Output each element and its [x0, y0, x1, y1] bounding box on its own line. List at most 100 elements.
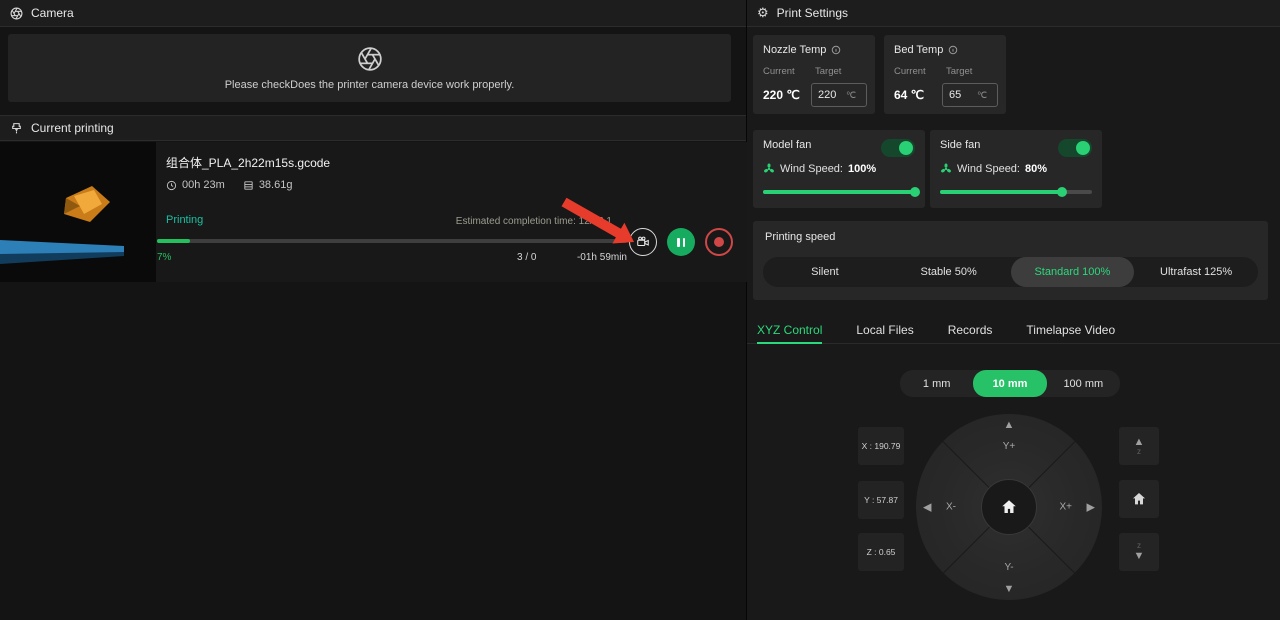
camera-section-title: Camera	[31, 6, 74, 20]
slider-fill	[763, 190, 915, 194]
model-preview-image	[0, 142, 156, 282]
arrow-right-icon[interactable]: ▶	[1087, 501, 1095, 514]
gear-icon: ⚙	[757, 5, 769, 21]
print-progress-bar	[157, 239, 627, 243]
bed-current-value: 64 ℃	[894, 88, 924, 102]
nozzle-temp-card: Nozzle Temp Current Target 220 ℃ ℃	[753, 35, 875, 114]
print-job-card: 组合体_PLA_2h22m15s.gcode 00h 23m 38.61g Pr…	[0, 142, 747, 282]
arrow-up-icon: ▲	[1134, 436, 1145, 448]
toggle-knob	[899, 141, 913, 155]
speed-option-ultrafast[interactable]: Ultrafast 125%	[1134, 257, 1258, 287]
progress-percent-label: 7%	[157, 252, 171, 263]
distance-10mm[interactable]: 10 mm	[973, 370, 1046, 397]
tab-bar: XYZ Control Local Files Records Timelaps…	[747, 317, 1280, 344]
nozzle-temp-title-row: Nozzle Temp	[763, 44, 841, 56]
distance-100mm[interactable]: 100 mm	[1047, 370, 1120, 397]
job-meta-row: 00h 23m 38.61g	[166, 179, 292, 191]
bed-target-unit: ℃	[977, 90, 987, 101]
side-fan-speed-row: Wind Speed: 80%	[940, 163, 1047, 175]
info-icon	[831, 45, 841, 55]
side-fan-speed-value: 80%	[1025, 163, 1047, 175]
nozzle-target-input[interactable]	[812, 89, 846, 101]
arrow-down-icon[interactable]: ▼	[1004, 583, 1015, 595]
z-down-button[interactable]: z ▼	[1119, 533, 1159, 571]
speed-option-stable[interactable]: Stable 50%	[887, 257, 1011, 287]
arrow-left-icon[interactable]: ◀	[923, 501, 931, 514]
distance-1mm[interactable]: 1 mm	[900, 370, 973, 397]
fan-icon	[763, 163, 775, 175]
home-icon	[1000, 498, 1018, 516]
timelapse-camera-icon	[636, 235, 650, 249]
side-fan-speed-label: Wind Speed:	[957, 163, 1020, 175]
bed-target-input-wrap: ℃	[942, 83, 998, 107]
model-fan-card: Model fan Wind Speed: 100%	[753, 130, 925, 208]
tab-local-files[interactable]: Local Files	[856, 317, 913, 344]
printing-speed-card: Printing speed Silent Stable 50% Standar…	[753, 221, 1268, 300]
model-fan-speed-value: 100%	[848, 163, 876, 175]
z-position-readout: Z : 0.65	[858, 533, 904, 571]
estimated-completion-text: Estimated completion time: 12/03 1	[330, 216, 612, 227]
slider-knob[interactable]	[910, 187, 920, 197]
current-printing-title: Current printing	[31, 121, 114, 135]
print-progress-fill	[157, 239, 190, 243]
jog-x-minus-button[interactable]: X-	[946, 502, 956, 513]
slider-fill	[940, 190, 1062, 194]
xy-jog-pad: ▲ Y+ ◀ X- X+ ▶ Y- ▼	[916, 414, 1102, 600]
tab-xyz-control[interactable]: XYZ Control	[757, 317, 822, 344]
pause-button[interactable]	[667, 228, 695, 256]
nozzle-current-value: 220 ℃	[763, 88, 800, 102]
z-home-button[interactable]	[1119, 480, 1159, 518]
bed-temp-title: Bed Temp	[894, 44, 943, 56]
filament-weight: 38.61g	[243, 179, 293, 191]
jog-y-plus-button[interactable]: Y+	[1003, 441, 1016, 452]
bed-temp-title-row: Bed Temp	[894, 44, 958, 56]
filament-weight-icon	[243, 180, 254, 191]
camera-section-header: Camera	[0, 0, 746, 27]
jog-x-plus-button[interactable]: X+	[1059, 502, 1072, 513]
tab-timelapse-video[interactable]: Timelapse Video	[1026, 317, 1115, 344]
tab-records[interactable]: Records	[948, 317, 993, 344]
aperture-icon	[357, 46, 383, 72]
bed-target-label: Target	[946, 66, 972, 77]
printing-speed-title: Printing speed	[765, 231, 835, 243]
model-fan-speed-row: Wind Speed: 100%	[763, 163, 876, 175]
layer-count-label: 3 / 0	[517, 252, 536, 263]
bed-temp-card: Bed Temp Current Target 64 ℃ ℃	[884, 35, 1006, 114]
z-axis-label: z	[1137, 448, 1141, 457]
camera-error-message: Please checkDoes the printer camera devi…	[225, 79, 515, 91]
left-panel: Camera Please checkDoes the printer came…	[0, 0, 747, 620]
model-fan-toggle[interactable]	[881, 139, 915, 157]
print-settings-header: ⚙ Print Settings	[747, 0, 1280, 27]
printing-speed-options: Silent Stable 50% Standard 100% Ultrafas…	[763, 257, 1258, 287]
speed-option-standard[interactable]: Standard 100%	[1011, 257, 1135, 287]
model-fan-slider[interactable]	[763, 190, 915, 194]
bed-current-label: Current	[894, 66, 926, 77]
xy-home-button[interactable]	[981, 479, 1037, 535]
nozzle-target-unit: ℃	[846, 90, 856, 101]
print-status-label: Printing	[166, 214, 203, 226]
arrow-down-icon: ▼	[1134, 550, 1145, 562]
move-distance-selector: 1 mm 10 mm 100 mm	[900, 370, 1120, 397]
print-duration: 00h 23m	[166, 179, 225, 191]
z-up-button[interactable]: ▲ z	[1119, 427, 1159, 465]
nozzle-temp-title: Nozzle Temp	[763, 44, 826, 56]
side-fan-slider[interactable]	[940, 190, 1092, 194]
bed-target-input[interactable]	[943, 89, 977, 101]
nozzle-target-label: Target	[815, 66, 841, 77]
nozzle-target-input-wrap: ℃	[811, 83, 867, 107]
clock-icon	[166, 180, 177, 191]
timelapse-button[interactable]	[629, 228, 657, 256]
nozzle-current-label: Current	[763, 66, 795, 77]
x-position-readout: X : 190.79	[858, 427, 904, 465]
arrow-up-icon[interactable]: ▲	[1004, 419, 1015, 431]
slider-knob[interactable]	[1057, 187, 1067, 197]
speed-option-silent[interactable]: Silent	[763, 257, 887, 287]
current-printing-section-header: Current printing	[0, 115, 746, 141]
weight-value: 38.61g	[259, 179, 293, 191]
side-fan-toggle[interactable]	[1058, 139, 1092, 157]
stop-button[interactable]	[705, 228, 733, 256]
gcode-filename: 组合体_PLA_2h22m15s.gcode	[166, 154, 330, 171]
model-fan-speed-label: Wind Speed:	[780, 163, 843, 175]
jog-y-minus-button[interactable]: Y-	[1004, 562, 1013, 573]
time-remaining-label: -01h 59min	[565, 252, 627, 263]
